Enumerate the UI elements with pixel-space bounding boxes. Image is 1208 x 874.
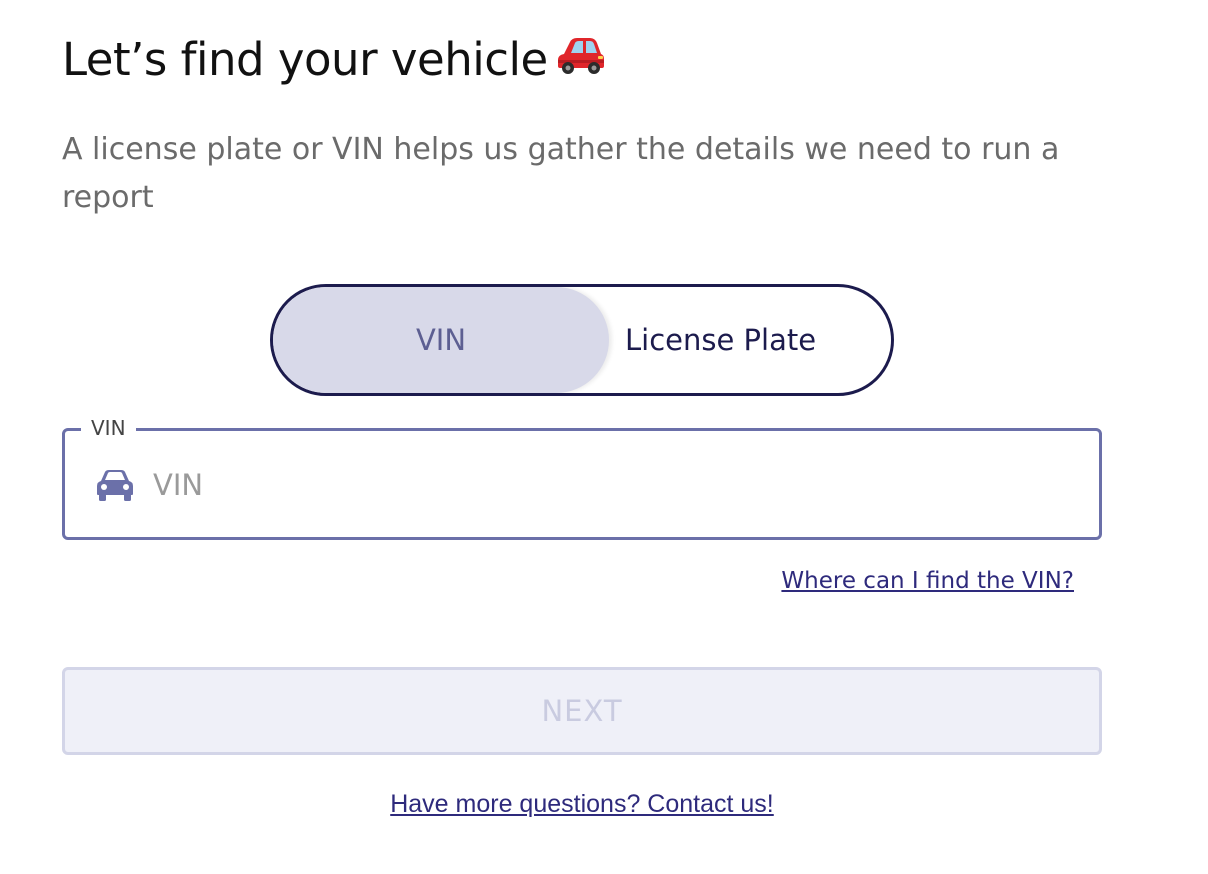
- toggle-option-license-plate[interactable]: License Plate: [585, 287, 887, 393]
- vin-field-legend: VIN: [81, 415, 136, 441]
- vin-input[interactable]: [153, 455, 1053, 515]
- lookup-type-toggle: License Plate VIN: [270, 284, 894, 396]
- page-title-text: Let’s find your vehicle: [62, 33, 548, 86]
- page-subtitle: A license plate or VIN helps us gather t…: [62, 132, 1060, 215]
- vin-field: VIN: [62, 415, 1102, 540]
- contact-us-link[interactable]: Have more questions? Contact us!: [390, 790, 774, 818]
- page-title: Let’s find your vehicle: [62, 30, 606, 93]
- toggle-option-vin[interactable]: VIN: [273, 287, 609, 393]
- red-car-icon: [556, 29, 606, 89]
- car-icon: [95, 467, 135, 503]
- where-to-find-vin-link[interactable]: Where can I find the VIN?: [781, 568, 1074, 594]
- vehicle-lookup-page: Let’s find your vehicle A license plate …: [0, 0, 1208, 874]
- next-button[interactable]: NEXT: [62, 667, 1102, 755]
- contact-section: Have more questions? Contact us!: [0, 790, 1164, 819]
